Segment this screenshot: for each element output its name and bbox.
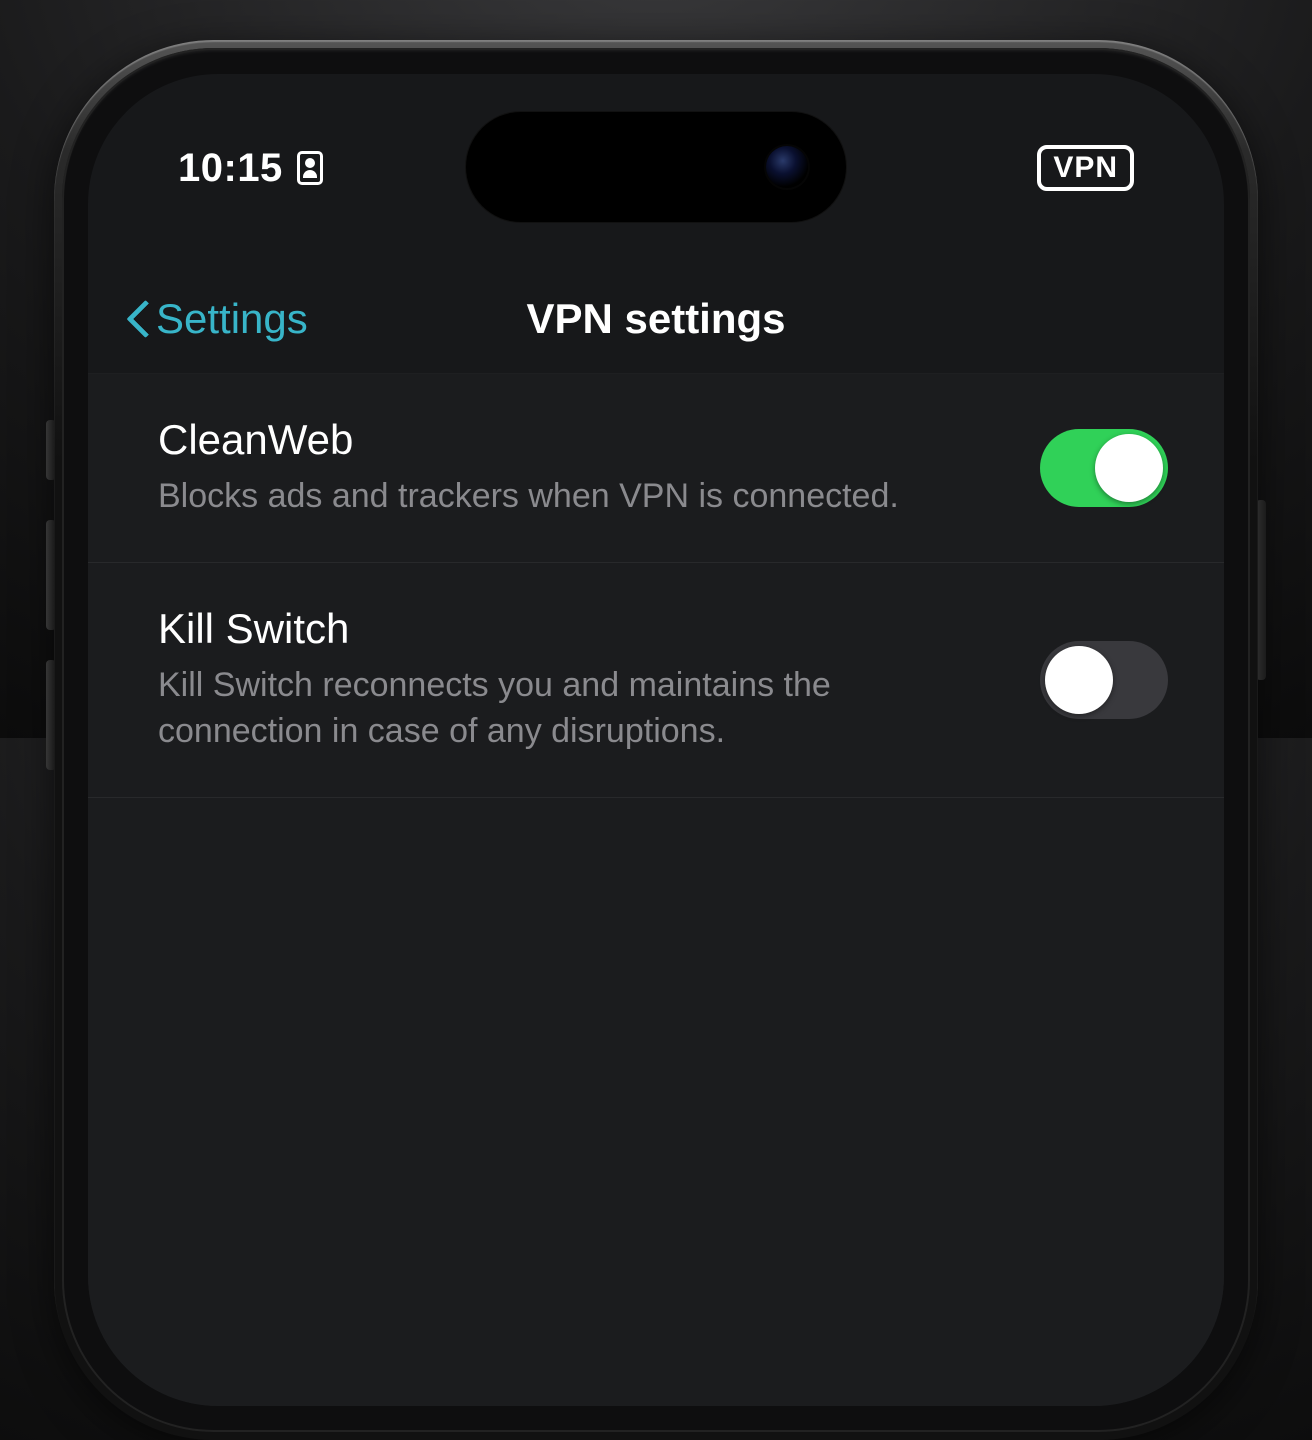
cleanweb-text: CleanWeb Blocks ads and trackers when VP… bbox=[158, 416, 1000, 520]
chevron-left-icon bbox=[128, 299, 150, 339]
killswitch-text: Kill Switch Kill Switch reconnects you a… bbox=[158, 605, 1000, 755]
back-button[interactable]: Settings bbox=[128, 295, 308, 343]
cleanweb-toggle[interactable] bbox=[1040, 429, 1168, 507]
phone-screen: 10:15 VPN Settings VPN settings CleanWeb… bbox=[88, 74, 1224, 1406]
cleanweb-title: CleanWeb bbox=[158, 416, 1000, 464]
status-time: 10:15 bbox=[178, 146, 283, 191]
settings-list: CleanWeb Blocks ads and trackers when VP… bbox=[88, 374, 1224, 1406]
toggle-knob bbox=[1095, 434, 1163, 502]
status-left-group: 10:15 bbox=[178, 146, 323, 191]
killswitch-title: Kill Switch bbox=[158, 605, 1000, 653]
toggle-knob bbox=[1045, 646, 1113, 714]
status-bar: 10:15 VPN bbox=[88, 128, 1224, 208]
phone-frame: 10:15 VPN Settings VPN settings CleanWeb… bbox=[54, 40, 1258, 1440]
back-label: Settings bbox=[156, 295, 308, 343]
nav-bar: Settings VPN settings bbox=[88, 264, 1224, 374]
killswitch-row: Kill Switch Kill Switch reconnects you a… bbox=[88, 563, 1224, 798]
cleanweb-row: CleanWeb Blocks ads and trackers when VP… bbox=[88, 374, 1224, 563]
killswitch-subtitle: Kill Switch reconnects you and maintains… bbox=[158, 663, 1000, 755]
killswitch-toggle[interactable] bbox=[1040, 641, 1168, 719]
page-title: VPN settings bbox=[526, 295, 785, 343]
id-badge-icon bbox=[297, 151, 323, 185]
vpn-status-badge: VPN bbox=[1037, 145, 1134, 191]
phone-bezel: 10:15 VPN Settings VPN settings CleanWeb… bbox=[62, 48, 1250, 1432]
cleanweb-subtitle: Blocks ads and trackers when VPN is conn… bbox=[158, 474, 1000, 520]
